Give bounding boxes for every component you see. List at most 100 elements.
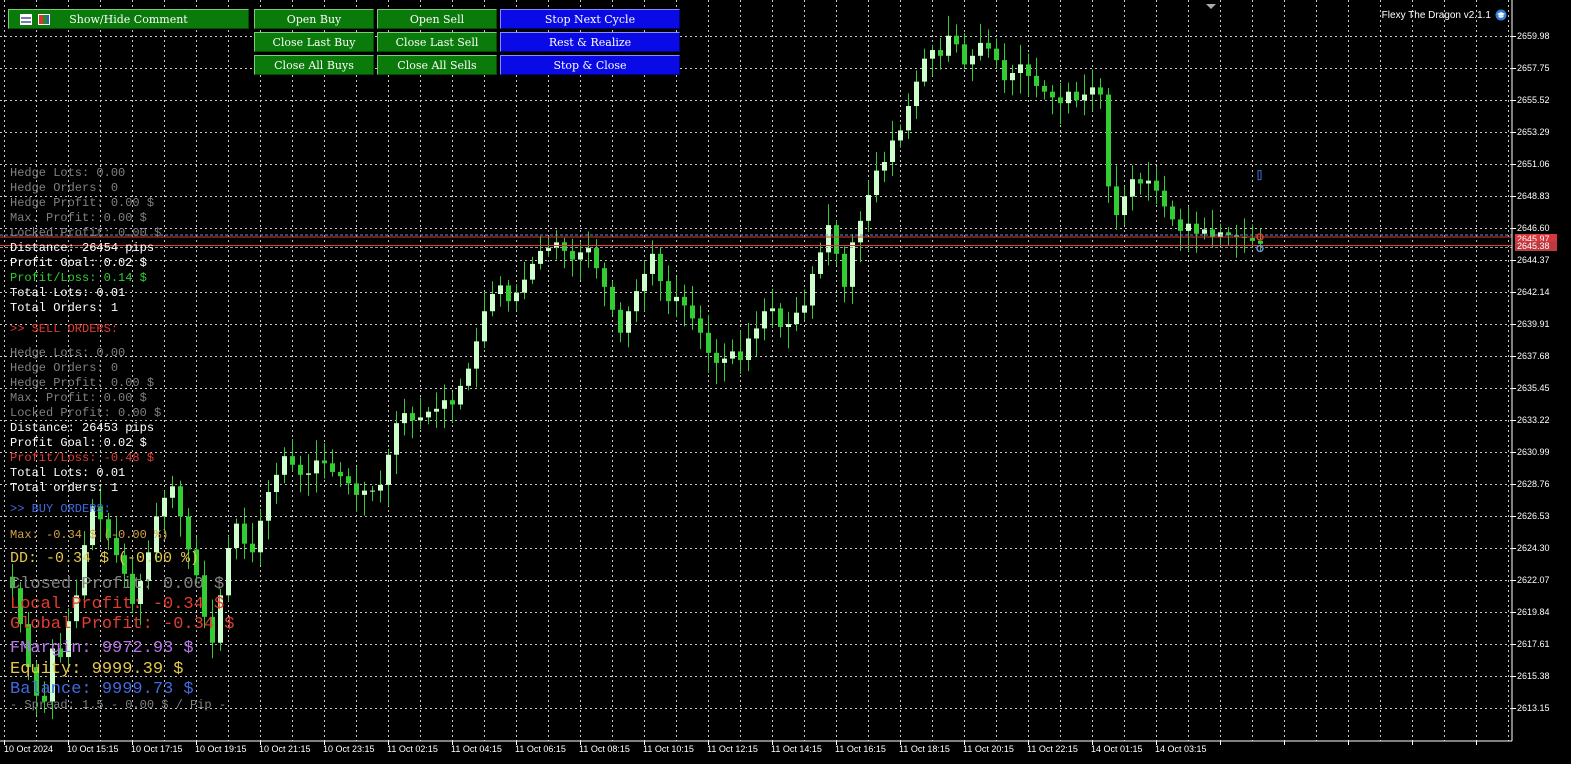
candle-body-bear [290, 456, 295, 465]
x-tick-label: 10 Oct 17:15 [131, 744, 183, 754]
y-tick-label: 2659.98 [1517, 31, 1550, 41]
candle-body-bull [674, 296, 679, 302]
candle-body-bear [1258, 240, 1263, 244]
candle-body-bull [786, 324, 791, 328]
candle-body-bull [378, 484, 383, 491]
candle-body-bear [1098, 87, 1103, 95]
candle-body-bull [258, 520, 263, 553]
candle-body-bull [466, 368, 471, 386]
y-tick-label: 2648.83 [1517, 191, 1550, 201]
candle-body-bear [354, 483, 359, 495]
candle-body-bull [538, 250, 543, 264]
candle-body-bull [362, 490, 367, 495]
candle-body-bear [986, 42, 991, 49]
x-tick-label: 11 Oct 12:15 [707, 744, 758, 754]
x-tick-label: 11 Oct 16:15 [835, 744, 886, 754]
candle-body-bull [1018, 64, 1023, 74]
candle-body-bull [898, 130, 903, 141]
candle-body-bear [594, 248, 599, 269]
close-all-buys-button[interactable]: Close All Buys [254, 55, 374, 75]
candle-body-bull [418, 417, 423, 421]
candle-body-bull [1186, 223, 1191, 231]
close-last-sell-button[interactable]: Close Last Sell [377, 32, 497, 52]
candle-body-bear [738, 351, 743, 361]
candle-body-bull [522, 279, 527, 293]
candle-body-bear [1042, 85, 1047, 92]
candle-body-bull [1202, 229, 1207, 234]
candle-body-bull [490, 294, 495, 312]
candle-body-bull [234, 523, 239, 548]
candle-body-bear [618, 309, 623, 333]
y-tick-label: 2613.15 [1517, 703, 1550, 713]
candle-body-bear [1250, 238, 1255, 241]
candle-body-bear [1178, 219, 1183, 231]
x-tick-label: 11 Oct 14:15 [771, 744, 822, 754]
candle-body-bear [1106, 94, 1111, 187]
candlestick-chart[interactable] [0, 0, 1571, 764]
x-tick-label: 10 Oct 19:15 [195, 744, 247, 754]
candle-body-bear [186, 516, 191, 550]
x-tick-label: 11 Oct 04:15 [451, 744, 502, 754]
global-profit: Global Profit: -0.34 $ [10, 615, 235, 634]
sell-hedge-orders: Hedge Orders: 0 [10, 361, 119, 375]
sell-max-profit: Max. Profit: 0.00 $ [10, 391, 147, 405]
show-hide-comment-button[interactable]: Show/Hide Comment [8, 9, 249, 29]
candle-body-bull [498, 285, 503, 295]
y-tick-label: 2642.14 [1517, 287, 1550, 297]
y-tick-label: 2624.30 [1517, 543, 1550, 553]
candle-body-bull [754, 328, 759, 339]
candle-body-bull [426, 411, 431, 418]
candle-body-bull [722, 358, 727, 363]
stop-next-cycle-button[interactable]: Stop Next Cycle [500, 9, 680, 29]
candle-body-bear [330, 463, 335, 472]
candle-body-bear [410, 413, 415, 421]
y-tick-label: 2637.68 [1517, 351, 1550, 361]
open-sell-button[interactable]: Open Sell [377, 9, 497, 29]
x-tick-label: 10 Oct 2024 [4, 744, 54, 754]
candle-body-bull [882, 161, 887, 171]
candle-body-bull [794, 312, 799, 325]
x-tick-label: 14 Oct 03:15 [1155, 744, 1207, 754]
y-tick-label: 2617.61 [1517, 639, 1550, 649]
candle-body-bull [394, 423, 399, 455]
candle-body-bear [1074, 91, 1079, 101]
buy-profit-loss: Profit/Loss: 0.14 $ [10, 271, 147, 285]
rest-realize-button[interactable]: Rest & Realize [500, 32, 680, 52]
candle-body-bull [634, 291, 639, 312]
graduation-cap-icon [1495, 9, 1507, 21]
balance: Balance: 9999.73 $ [10, 680, 194, 699]
candle-body-bear [346, 476, 351, 484]
candle-body-bear [962, 44, 967, 65]
open-buy-button[interactable]: Open Buy [254, 9, 374, 29]
candle-body-bull [274, 474, 279, 493]
close-last-buy-button[interactable]: Close Last Buy [254, 32, 374, 52]
candle-body-bear [338, 471, 343, 477]
x-tick-label: 14 Oct 01:15 [1091, 744, 1143, 754]
candle-body-bear [1194, 223, 1199, 234]
x-tick-label: 11 Oct 06:15 [515, 744, 566, 754]
candle-body-bull [1146, 180, 1151, 184]
sell-total-orders: Total orders: 1 [10, 481, 119, 495]
candle-body-bear [1050, 91, 1055, 98]
y-tick-label: 2619.84 [1517, 607, 1550, 617]
stop-close-button[interactable]: Stop & Close [500, 55, 680, 75]
candle-body-bull [866, 194, 871, 221]
candle-body-bear [1026, 64, 1031, 76]
candle-body-bear [834, 225, 839, 254]
candle-body-bear [1058, 97, 1063, 104]
candle-body-bear [778, 308, 783, 328]
chart-shift-marker[interactable] [1206, 4, 1216, 9]
candle-body-bull [442, 400, 447, 409]
candle-body-bull [914, 81, 919, 107]
buy-max-profit: Max. Profit: 0.00 $ [10, 211, 147, 225]
drawdown: DD: -0.34 $ (-0.00 %) [10, 550, 200, 567]
close-all-sells-button[interactable]: Close All Sells [377, 55, 497, 75]
y-tick-label: 2622.07 [1517, 575, 1550, 585]
candle-body-bear [242, 523, 247, 544]
sell-orders-header: >> SELL ORDERS: [10, 322, 119, 336]
x-tick-label: 11 Oct 08:15 [579, 744, 630, 754]
x-tick-label: 11 Oct 20:15 [963, 744, 1014, 754]
candle-body-bull [578, 252, 583, 260]
y-tick-label: 2628.76 [1517, 479, 1550, 489]
equity: Equity: 9999.39 $ [10, 660, 184, 679]
